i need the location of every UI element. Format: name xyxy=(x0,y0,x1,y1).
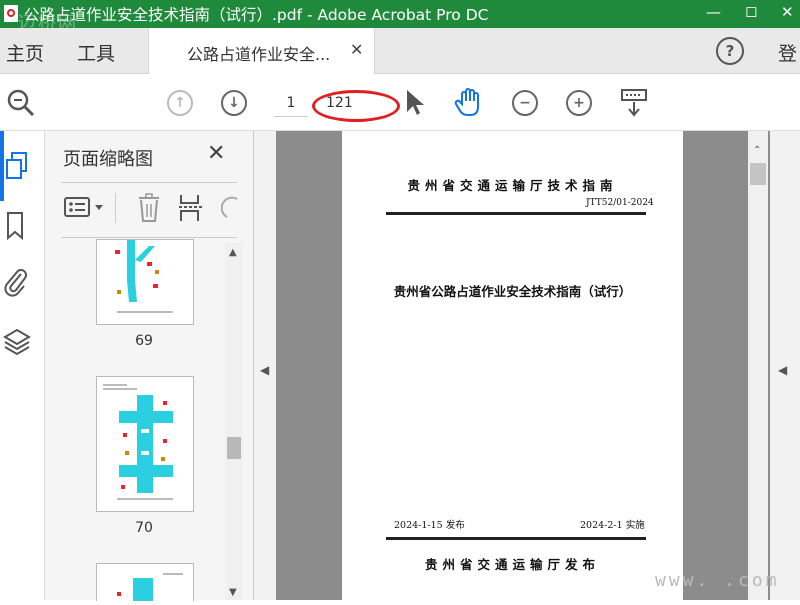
attachments-icon[interactable] xyxy=(3,266,29,298)
scroll-up-icon[interactable]: ⌃ xyxy=(753,145,761,156)
help-icon[interactable]: ? xyxy=(716,37,744,65)
document-tab[interactable]: 公路占道作业安全... ✕ xyxy=(148,28,375,74)
previous-page-icon[interactable]: ↑ xyxy=(167,90,193,116)
maximize-icon[interactable]: ◻ xyxy=(745,2,757,20)
scrollbar-thumb[interactable] xyxy=(227,437,241,459)
page-thumbnail[interactable] xyxy=(96,563,194,601)
collapse-left-panel[interactable]: ◀ xyxy=(254,131,276,600)
next-page-icon[interactable]: ↓ xyxy=(221,90,247,116)
chevron-left-icon[interactable]: ◀ xyxy=(778,363,787,377)
rail-selection-indicator xyxy=(0,131,4,201)
toolbar-divider xyxy=(115,193,116,223)
thumbnail-diagram xyxy=(117,573,183,601)
close-icon[interactable]: ✕ xyxy=(781,3,794,21)
publish-date: 2024-1-15 发布 xyxy=(394,520,465,531)
scroll-down-icon[interactable]: ▼ xyxy=(229,587,237,598)
document-title: 贵州省公路占道作业安全技术指南（试行） xyxy=(393,284,632,299)
search-icon[interactable] xyxy=(6,88,36,118)
document-tab-label: 公路占道作业安全... xyxy=(187,45,331,64)
toolbar: ↑ ↓ 1 121 − + xyxy=(0,74,800,131)
panel-divider xyxy=(61,182,237,183)
menu-bar: 主页 工具 公路占道作业安全... ✕ ? 登 xyxy=(0,28,800,74)
home-tab[interactable]: 主页 xyxy=(6,39,44,66)
pdf-page: 贵州省交通运输厅技术指南 JTT52/01-2024 贵州省公路占道作业安全技术… xyxy=(342,131,683,600)
layers-icon[interactable] xyxy=(3,327,31,357)
page-number-input[interactable]: 1 xyxy=(274,90,308,117)
title-bar: 公路占道作业安全技术指南（试行）.pdf - Adobe Acrobat Pro… xyxy=(0,0,800,34)
zoom-out-icon[interactable]: − xyxy=(512,90,538,116)
watermark-text: www. .com xyxy=(655,570,780,591)
header-rule xyxy=(386,212,646,215)
delete-icon[interactable] xyxy=(137,193,161,223)
thumbnails-scrollbar[interactable]: ▲ ▼ xyxy=(225,243,243,600)
thumbnail-diagram xyxy=(115,240,173,313)
navigation-rail xyxy=(0,131,45,600)
hand-tool-icon[interactable] xyxy=(453,86,485,118)
effective-date: 2024-2-1 实施 xyxy=(580,520,645,531)
bookmarks-icon[interactable] xyxy=(5,211,25,241)
document-scrollbar[interactable]: ⌃ xyxy=(748,131,768,600)
close-tab-icon[interactable]: ✕ xyxy=(350,40,363,59)
chevron-left-icon[interactable]: ◀ xyxy=(260,363,269,377)
scrollbar-thumb[interactable] xyxy=(750,163,766,185)
thumbnail-page-number: 70 xyxy=(135,520,153,536)
thumbnail-diagram xyxy=(103,384,173,500)
close-panel-icon[interactable]: ✕ xyxy=(207,141,225,166)
panel-divider xyxy=(61,237,237,238)
page-header-org: 贵州省交通运输厅技术指南 xyxy=(407,178,618,193)
tools-tab[interactable]: 工具 xyxy=(77,39,115,66)
zoom-in-icon[interactable]: + xyxy=(566,90,592,116)
document-issuer: 贵州省交通运输厅发布 xyxy=(424,557,600,572)
rotate-icon[interactable] xyxy=(221,195,241,223)
pdf-file-icon xyxy=(4,5,18,22)
extract-pages-icon[interactable] xyxy=(178,193,204,223)
thumbnails-panel: 页面缩略图 ✕ 69 70 ▲ ▼ xyxy=(45,131,254,601)
document-code: JTT52/01-2024 xyxy=(586,198,654,208)
page-thumbnails-icon[interactable] xyxy=(5,151,29,181)
page-thumbnail[interactable] xyxy=(96,239,194,325)
panel-title: 页面缩略图 xyxy=(63,149,153,170)
thumbnail-options-icon[interactable] xyxy=(63,195,107,221)
collapse-right-panel[interactable]: ◀ xyxy=(770,131,800,600)
select-cursor-icon[interactable] xyxy=(404,88,426,118)
page-thumbnail[interactable] xyxy=(96,376,194,512)
footer-rule xyxy=(386,537,646,540)
minimize-icon[interactable]: — xyxy=(706,3,721,21)
highlight-annotation xyxy=(312,90,400,122)
page-display-icon[interactable] xyxy=(620,88,648,118)
sign-in-button[interactable]: 登 xyxy=(778,39,797,66)
scroll-up-icon[interactable]: ▲ xyxy=(229,247,237,258)
thumbnail-page-number: 69 xyxy=(135,333,153,349)
window-title: 公路占道作业安全技术指南（试行）.pdf - Adobe Acrobat Pro… xyxy=(24,6,489,24)
